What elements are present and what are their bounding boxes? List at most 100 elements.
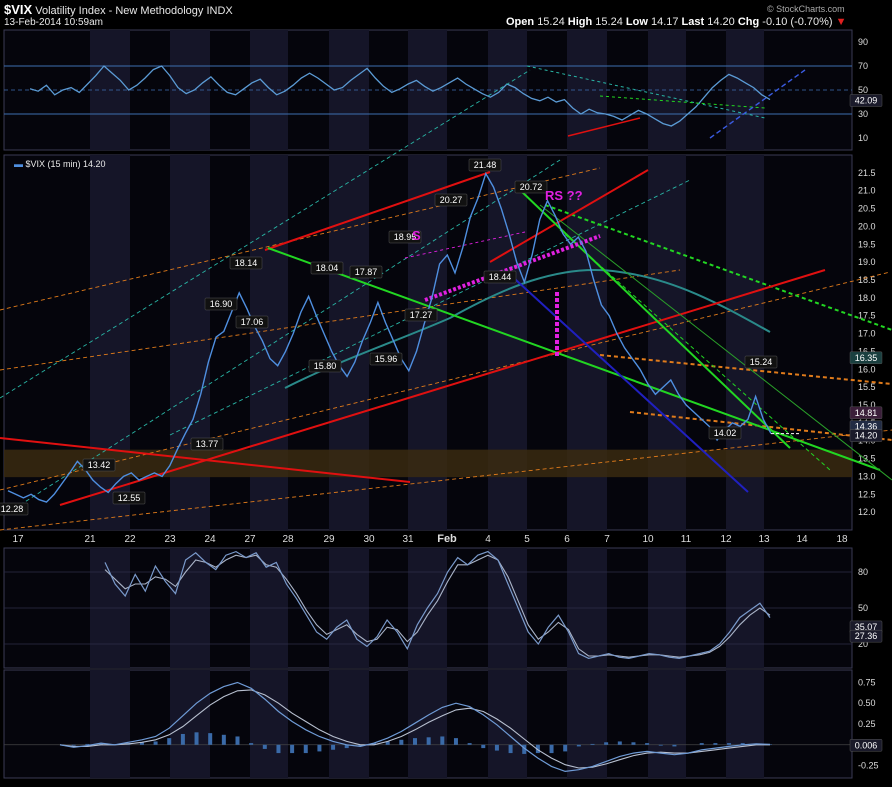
- annotation-20.27: 20.27: [440, 195, 463, 205]
- annotation-15.80: 15.80: [314, 361, 337, 371]
- low-value: 14.17: [650, 16, 679, 28]
- price-x-tick: 27: [244, 534, 256, 545]
- annotation-12.55: 12.55: [118, 493, 141, 503]
- annotation-s: S: [412, 228, 421, 243]
- price-x-tick: 22: [124, 534, 136, 545]
- rsi-y-tick: 30: [858, 109, 868, 119]
- chart-canvas: 90 70 50 30 10 42.09 21.5 21.0 20.5 20.0 19.5 19.0 1…: [0, 0, 892, 782]
- macd-session-band: [648, 670, 686, 778]
- price-y-tick: 15.5: [858, 382, 876, 392]
- price-x-tick: 30: [363, 534, 375, 545]
- price-x-tick: 28: [282, 534, 294, 545]
- annotation-12.28: 12.28: [1, 504, 24, 514]
- symbol-label: $VIX: [4, 2, 33, 17]
- open-label: Open: [506, 16, 535, 28]
- price-x-tick: Feb: [437, 533, 457, 545]
- price-x-tick: 21: [84, 534, 96, 545]
- annotation-18.44: 18.44: [489, 272, 512, 282]
- price-legend: ▬ $VIX (15 min) 14.20: [14, 159, 106, 169]
- macd-session-band: [170, 670, 210, 778]
- price-x-tick: 31: [402, 534, 414, 545]
- macd-y-tick: -0.25: [858, 761, 879, 771]
- last-value: 14.20: [707, 16, 735, 28]
- rsi-session-band: [726, 30, 764, 150]
- annotation-18.04: 18.04: [316, 263, 339, 273]
- rsi-y-tick: 10: [858, 133, 868, 143]
- rsi-y-tick: 50: [858, 85, 868, 95]
- price-y-tick: 19.5: [858, 239, 876, 249]
- price-x-tick: 17: [12, 534, 24, 545]
- annotation-rs: RS ??: [545, 188, 583, 203]
- rsi-y-tick: 90: [858, 37, 868, 47]
- rsi-session-band: [488, 30, 527, 150]
- rsi-session-band: [250, 30, 288, 150]
- timestamp: 13-Feb-2014 10:59am: [4, 17, 103, 28]
- price-y-tick: 17.5: [858, 311, 876, 321]
- macd-session-band: [488, 670, 527, 778]
- price-x-tick: 23: [164, 534, 176, 545]
- ohlc-readout: Open 15.24 High 15.24 Low 14.17 Last 14.…: [506, 16, 847, 28]
- macd-session-band: [250, 670, 288, 778]
- macd-session-band: [90, 670, 130, 778]
- last-value-3: 14.20: [855, 431, 878, 441]
- annotation-20.72: 20.72: [520, 182, 543, 192]
- annotation-15.96: 15.96: [375, 354, 398, 364]
- high-value: 15.24: [595, 16, 623, 28]
- macd-last-value: 0.006: [855, 740, 878, 750]
- price-x-tick: 13: [758, 534, 770, 545]
- price-x-tick: 7: [604, 534, 610, 545]
- price-y-tick: 18.0: [858, 293, 876, 303]
- rsi-session-band: [648, 30, 686, 150]
- rsi-y-tick: 70: [858, 61, 868, 71]
- index-name: Volatility Index - New Methodology: [35, 5, 204, 17]
- macd-y-tick: 0.75: [858, 677, 876, 687]
- price-x-tick: 29: [323, 534, 335, 545]
- annotation-16.90: 16.90: [210, 299, 233, 309]
- last-value-1: 14.81: [855, 408, 878, 418]
- stoch-y-tick: 80: [858, 567, 868, 577]
- annotation-17.87: 17.87: [355, 267, 378, 277]
- price-y-tick: 12.0: [858, 507, 876, 517]
- annotation-14.02: 14.02: [714, 428, 737, 438]
- annotation-13.42: 13.42: [88, 460, 111, 470]
- price-y-tick: 21.0: [858, 186, 876, 196]
- price-x-tick: 4: [485, 534, 491, 545]
- macd-session-band: [567, 670, 607, 778]
- price-x-tick: 24: [204, 534, 216, 545]
- price-y-tick: 21.5: [858, 168, 876, 178]
- annotation-13.77: 13.77: [196, 439, 219, 449]
- macd-session-band: [726, 670, 764, 778]
- last-value-4: 16.35: [855, 353, 878, 363]
- annotation-17.06: 17.06: [241, 317, 264, 327]
- price-x-tick: 6: [564, 534, 570, 545]
- watermark: © StockCharts.com: [767, 4, 845, 14]
- price-y-tick: 20.5: [858, 204, 876, 214]
- chg-value: -0.10 (-0.70%): [762, 16, 833, 28]
- stoch-y-tick: 50: [858, 603, 868, 613]
- chart-svg: 90 70 50 30 10 42.09 21.5 21.0 20.5 20.0 19.5 19.0 1…: [0, 29, 892, 779]
- macd-y-tick: 0.50: [858, 698, 876, 708]
- price-x-tick: 5: [524, 534, 530, 545]
- price-y-tick: 20.0: [858, 221, 876, 231]
- price-x-tick: 11: [681, 534, 692, 545]
- down-arrow-icon: ▼: [835, 16, 847, 28]
- low-label: Low: [625, 16, 648, 28]
- chart-title-row: $VIX Volatility Index - New Methodology …: [4, 2, 233, 17]
- price-y-tick: 13.0: [858, 471, 876, 481]
- stoch-last-2: 27.36: [855, 631, 878, 641]
- last-label: Last: [681, 16, 705, 28]
- price-y-tick: 16.0: [858, 364, 876, 374]
- annotation-17.27: 17.27: [410, 310, 433, 320]
- price-x-tick: 14: [796, 534, 808, 545]
- legend-text: $VIX (15 min) 14.20: [25, 159, 106, 169]
- annotation-21.48: 21.48: [474, 160, 497, 170]
- price-y-tick: 19.0: [858, 257, 876, 267]
- annotation-15.24: 15.24: [750, 357, 773, 367]
- open-value: 15.24: [537, 16, 565, 28]
- macd-y-tick: 0.25: [858, 719, 876, 729]
- price-x-tick: 12: [720, 534, 732, 545]
- exchange-label: INDX: [206, 5, 233, 17]
- rsi-last-value: 42.09: [855, 95, 878, 105]
- high-label: High: [567, 16, 593, 28]
- macd-session-band: [329, 670, 369, 778]
